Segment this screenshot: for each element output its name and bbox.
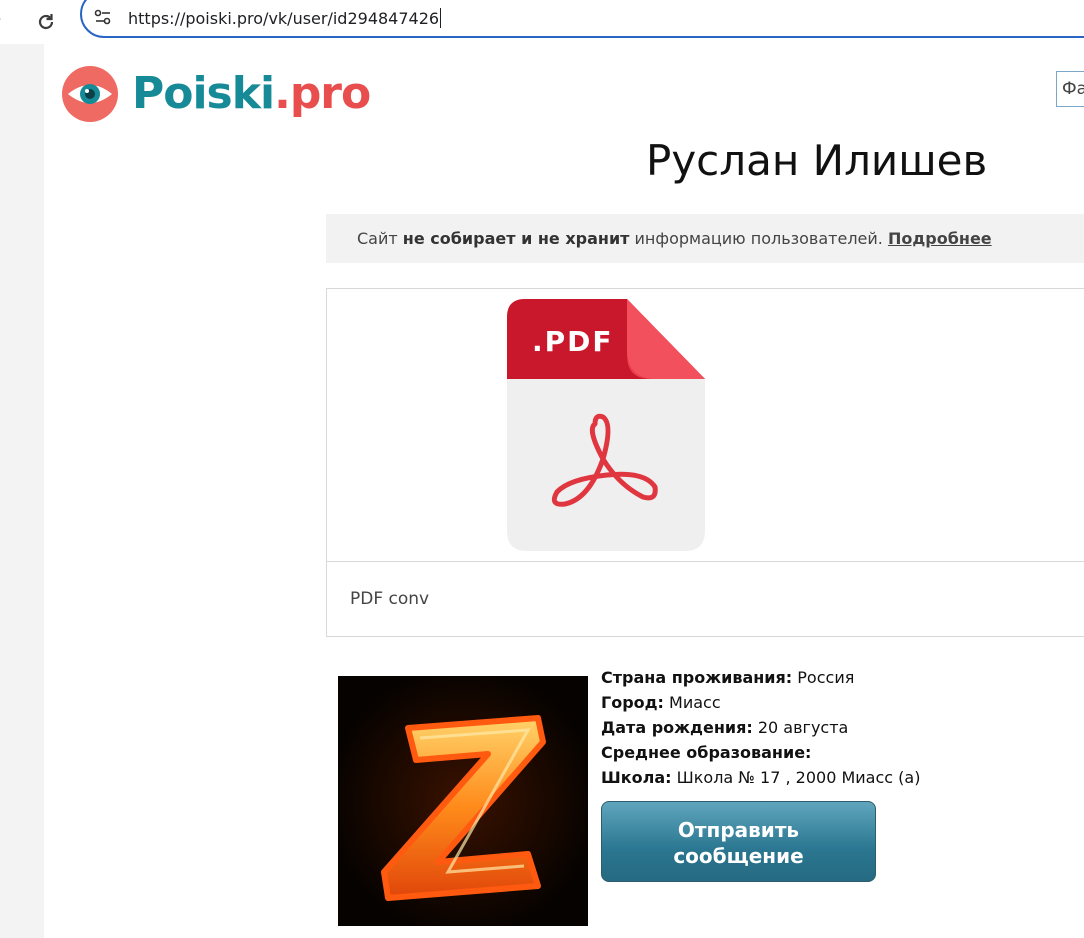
info-row-country: Страна проживания: Россия (601, 668, 855, 687)
info-row-city: Город: Миасс (601, 693, 721, 712)
left-gutter (0, 44, 44, 938)
browser-toolbar: › https://poiski.pro/vk/user/id294847426 (0, 0, 1084, 44)
fire-z-avatar (338, 676, 588, 926)
eye-logo-icon (62, 66, 118, 122)
profile-name: Руслан Илишев (646, 136, 988, 185)
info-row-secondary-education: Среднее образование: (601, 743, 812, 762)
profile-avatar (338, 676, 588, 926)
pdf-label: .PDF (532, 325, 614, 358)
header-search-input[interactable]: Фа (1056, 71, 1084, 107)
send-button-label-line2: сообщение (673, 844, 804, 868)
send-message-button[interactable]: Отправить сообщение (601, 801, 876, 882)
info-row-birthdate: Дата рождения: 20 августа (601, 718, 849, 737)
profile-info: Страна проживания: Россия Город: Миасс Д… (601, 665, 920, 790)
site-info-icon[interactable] (94, 8, 112, 26)
forward-icon[interactable]: › (0, 6, 2, 30)
reload-icon[interactable] (36, 4, 56, 38)
privacy-notice-text: Сайт не собирает и не хранит информацию … (357, 229, 992, 248)
send-button-label-line1: Отправить (677, 818, 800, 842)
ad-card[interactable]: .PDF PDF conv (326, 288, 1084, 637)
ad-divider (327, 561, 1084, 562)
logo-text: Poiski.pro (132, 68, 371, 119)
address-bar[interactable]: https://poiski.pro/vk/user/id294847426 (80, 0, 1084, 38)
url-text[interactable]: https://poiski.pro/vk/user/id294847426 (128, 8, 442, 28)
privacy-notice: Сайт не собирает и не хранит информацию … (326, 214, 1084, 263)
more-link[interactable]: Подробнее (888, 229, 992, 248)
ad-caption[interactable]: PDF conv (350, 589, 429, 609)
info-row-school: Школа: Школа № 17 , 2000 Миасс (а) (601, 768, 921, 787)
